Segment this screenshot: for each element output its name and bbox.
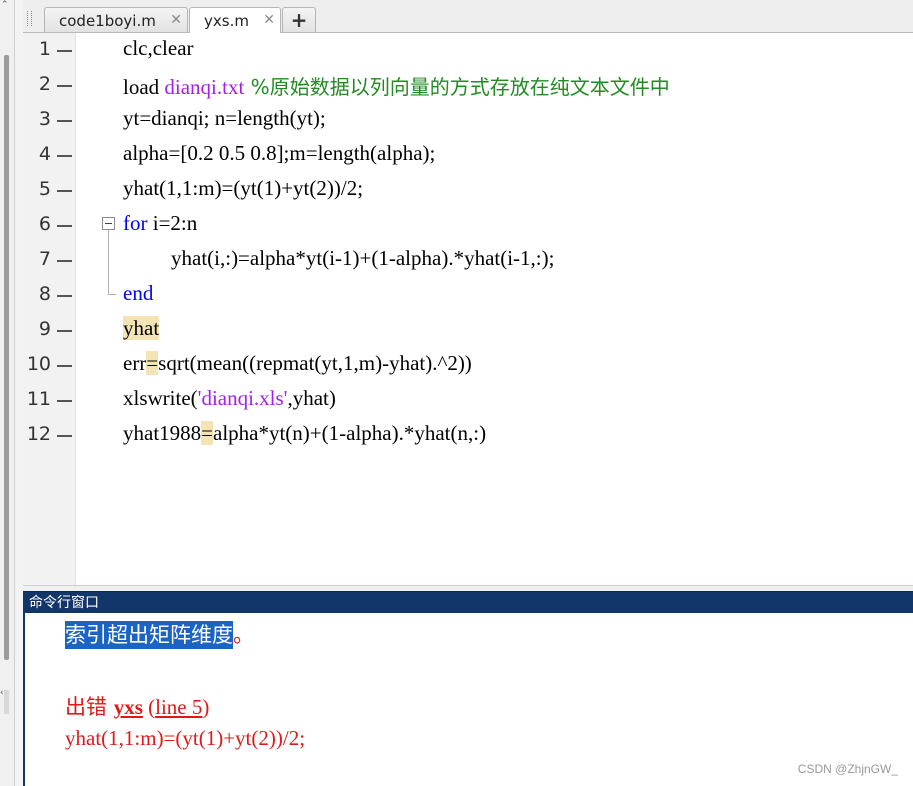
command-window-title: 命令行窗口 <box>23 591 913 613</box>
breakpoint-marker[interactable] <box>57 50 72 52</box>
code-token-hl: yhat <box>123 316 160 340</box>
panel-divider[interactable] <box>15 0 23 786</box>
code-token-plain: yhat(1,1:m)=(yt(1)+yt(2))/2; <box>123 176 364 200</box>
code-token-str: dianqi.txt <box>164 75 245 99</box>
error-prefix: 出错 <box>65 695 114 719</box>
close-icon[interactable]: ✕ <box>263 12 275 28</box>
line-number: 7 <box>38 248 51 270</box>
code-line[interactable]: 11 xlswrite('dianqi.xls',yhat) <box>23 383 913 418</box>
breakpoint-marker[interactable] <box>57 120 72 122</box>
error-location-close: ) <box>202 695 210 719</box>
error-line-link[interactable]: line 5 <box>155 695 202 719</box>
code-line[interactable]: 6 for i=2:n <box>23 208 913 243</box>
code-line[interactable]: 1 clc,clear <box>23 33 913 68</box>
code-line[interactable]: 5 yhat(1,1:m)=(yt(1)+yt(2))/2; <box>23 173 913 208</box>
breakpoint-marker[interactable] <box>57 400 72 402</box>
error-message: 索引超出矩阵维度。 <box>65 619 254 649</box>
fold-guide-end <box>108 294 116 295</box>
code-token-plain: alpha*yt(n)+(1-alpha).*yhat(n,:) <box>213 421 487 445</box>
error-code-line: yhat(1,1:m)=(yt(1)+yt(2))/2; <box>65 726 306 750</box>
code-text: load dianqi.txt %原始数据以列向量的方式存放在纯文本文件中 <box>123 71 670 100</box>
breakpoint-marker[interactable] <box>57 260 72 262</box>
code-token-plain: load <box>123 75 165 99</box>
tab-label: yxs.m <box>204 12 249 30</box>
breakpoint-marker[interactable] <box>57 295 72 297</box>
code-text: yhat(1,1:m)=(yt(1)+yt(2))/2; <box>123 176 363 201</box>
line-number: 8 <box>38 283 51 305</box>
code-text: for i=2:n <box>123 211 197 236</box>
line-number: 2 <box>38 73 51 95</box>
tab-yxs[interactable]: yxs.m ✕ <box>189 7 281 33</box>
code-line[interactable]: 8 end <box>23 278 913 313</box>
code-line[interactable]: 3 yt=dianqi; n=length(yt); <box>23 103 913 138</box>
code-token-plain: yhat(i,:)=alpha*yt(i-1)+(1-alpha).*yhat(… <box>171 246 555 270</box>
breakpoint-marker[interactable] <box>57 85 72 87</box>
add-tab-button[interactable]: + <box>282 7 316 32</box>
line-number: 6 <box>38 213 51 235</box>
code-token-plain: yt=dianqi; n=length(yt); <box>123 106 326 130</box>
scrollbar-track <box>4 690 9 714</box>
code-line[interactable]: 9 yhat <box>23 313 913 348</box>
code-token-plain: yhat1988 <box>123 421 202 445</box>
scrollbar-thumb[interactable] <box>4 55 9 660</box>
tab-label: code1boyi.m <box>59 12 156 30</box>
code-text: clc,clear <box>123 36 194 61</box>
code-text: yhat1988=alpha*yt(n)+(1-alpha).*yhat(n,:… <box>123 421 486 446</box>
code-token-plain: i=2:n <box>147 211 198 235</box>
tab-grip-icon[interactable] <box>27 11 32 26</box>
watermark: CSDN @ZhjnGW_ <box>797 762 898 776</box>
code-token-kw: for <box>123 211 148 235</box>
tab-code1boyi[interactable]: code1boyi.m ✕ <box>44 7 188 32</box>
code-token-kw: end <box>123 281 154 305</box>
code-token-plain: err <box>123 351 147 375</box>
left-panel-scrollbar[interactable]: ⌃ ‹ <box>0 0 15 786</box>
line-number: 5 <box>38 178 51 200</box>
breakpoint-marker[interactable] <box>57 190 72 192</box>
code-text: end <box>123 281 153 306</box>
code-text: yt=dianqi; n=length(yt); <box>123 106 326 131</box>
error-location-line: 出错 yxs (line 5) <box>65 691 209 721</box>
close-icon[interactable]: ✕ <box>170 12 182 28</box>
code-text: xlswrite('dianqi.xls',yhat) <box>123 386 336 411</box>
code-token-plain: clc,clear <box>123 36 194 60</box>
code-text: yhat(i,:)=alpha*yt(i-1)+(1-alpha).*yhat(… <box>171 246 554 271</box>
code-line[interactable]: 4 alpha=[0.2 0.5 0.8];m=length(alpha); <box>23 138 913 173</box>
breakpoint-marker[interactable] <box>57 155 72 157</box>
code-line[interactable]: 7 yhat(i,:)=alpha*yt(i-1)+(1-alpha).*yhat… <box>23 243 913 278</box>
code-text: err=sqrt(mean((repmat(yt,1,m)-yhat).^2)) <box>123 351 472 376</box>
code-editor[interactable]: 1 clc,clear 2 load dianqi.txt %原始数据以列向量的方式存… <box>23 33 913 585</box>
error-message-text: 索引超出矩阵维度 <box>65 621 233 649</box>
breakpoint-marker[interactable] <box>57 365 72 367</box>
error-message-tail: 。 <box>233 623 254 647</box>
code-token-plain: sqrt(mean((repmat(yt,1,m)-yhat).^2)) <box>158 351 472 375</box>
error-location-open: ( <box>142 695 156 719</box>
breakpoint-marker[interactable] <box>57 225 72 227</box>
error-function-link[interactable]: yxs <box>114 695 143 719</box>
command-window[interactable]: 索引超出矩阵维度。 出错 yxs (line 5) yhat(1,1:m)=(y… <box>23 613 913 786</box>
code-text: alpha=[0.2 0.5 0.8];m=length(alpha); <box>123 141 435 166</box>
line-number: 10 <box>26 353 51 375</box>
breakpoint-marker[interactable] <box>57 330 72 332</box>
code-text: yhat <box>123 316 160 341</box>
fold-collapse-icon[interactable] <box>102 217 115 230</box>
line-number: 3 <box>38 108 51 130</box>
code-token-plain: alpha=[0.2 0.5 0.8];m=length(alpha); <box>123 141 436 165</box>
code-line[interactable]: 2 load dianqi.txt %原始数据以列向量的方式存放在纯文本文件中 <box>23 68 913 103</box>
line-number: 11 <box>26 388 51 410</box>
code-token-plain: ,yhat) <box>287 386 336 410</box>
code-token-hl: = <box>201 421 213 445</box>
code-token-cmt: %原始数据以列向量的方式存放在纯文本文件中 <box>244 75 670 99</box>
line-number: 1 <box>38 38 51 60</box>
code-token-plain: xlswrite( <box>123 386 198 410</box>
code-line[interactable]: 12 yhat1988=alpha*yt(n)+(1-alpha).*yhat(n… <box>23 418 913 453</box>
code-line[interactable]: 10 err=sqrt(mean((repmat(yt,1,m)-yhat).^2… <box>23 348 913 383</box>
scroll-up-icon[interactable]: ⌃ <box>1 0 9 10</box>
line-number: 12 <box>26 423 51 445</box>
code-token-hl: = <box>146 351 159 375</box>
code-token-str: 'dianqi.xls' <box>197 386 288 410</box>
fold-guide <box>108 230 109 295</box>
line-number: 4 <box>38 143 51 165</box>
breakpoint-marker[interactable] <box>57 435 72 437</box>
line-number: 9 <box>38 318 51 340</box>
